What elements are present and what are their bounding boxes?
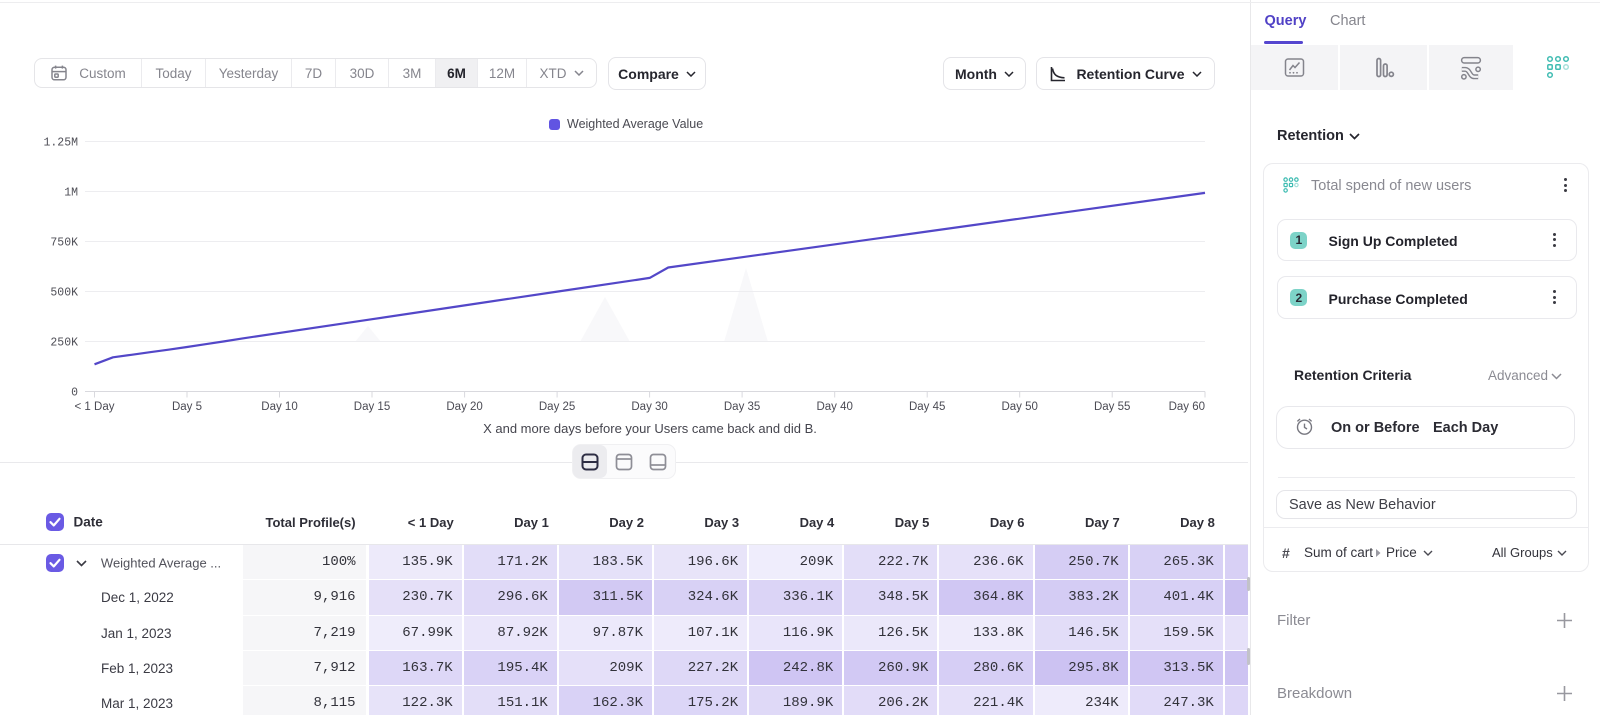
svg-text:Day 20: Day 20 xyxy=(446,401,482,413)
svg-text:0: 0 xyxy=(71,387,78,400)
svg-text:1M: 1M xyxy=(64,187,78,200)
svg-text:Day 30: Day 30 xyxy=(631,401,667,413)
svg-text:< 1 Day: < 1 Day xyxy=(75,401,115,413)
svg-text:Day 55: Day 55 xyxy=(1094,401,1130,413)
svg-text:Day 35: Day 35 xyxy=(724,401,760,413)
svg-text:Day 60: Day 60 xyxy=(1169,401,1205,413)
svg-text:750K: 750K xyxy=(50,237,78,250)
svg-text:250K: 250K xyxy=(50,337,78,350)
svg-text:Day 15: Day 15 xyxy=(354,401,390,413)
svg-text:1.25M: 1.25M xyxy=(43,137,78,150)
svg-text:Day 10: Day 10 xyxy=(261,401,297,413)
svg-text:Day 40: Day 40 xyxy=(816,401,852,413)
svg-text:Day 5: Day 5 xyxy=(172,401,202,413)
svg-text:500K: 500K xyxy=(50,287,78,300)
svg-text:Day 45: Day 45 xyxy=(909,401,945,413)
svg-text:Day 25: Day 25 xyxy=(539,401,575,413)
svg-text:Day 50: Day 50 xyxy=(1001,401,1037,413)
